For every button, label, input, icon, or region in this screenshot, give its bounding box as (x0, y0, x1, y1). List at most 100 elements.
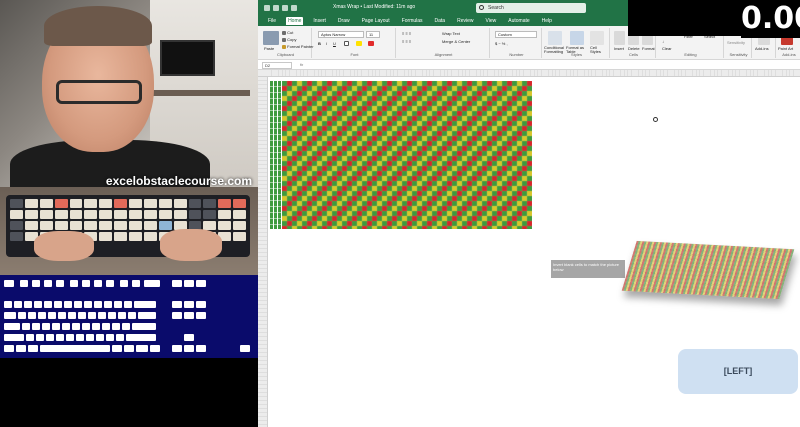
checkerboard-cells[interactable] (282, 81, 532, 229)
right-hand (160, 229, 222, 261)
virtual-key (86, 334, 94, 341)
autosave-icon[interactable] (264, 5, 270, 11)
document-title: Xmas Wrap • Last Modified: 11m ago (333, 4, 416, 10)
tab-formulas[interactable]: Formulas (400, 17, 425, 25)
number-group-label: Number (509, 52, 524, 57)
conditional-formatting-icon[interactable] (548, 31, 562, 45)
font-color-icon[interactable] (368, 41, 374, 47)
format-painter-button[interactable]: Format Painter (282, 44, 314, 49)
font-size-dropdown[interactable]: 11 (366, 31, 380, 38)
font-name-dropdown[interactable]: Aptos Narrow (318, 31, 364, 38)
delete-button[interactable]: Delete (628, 46, 640, 51)
styles-group-label: Styles (571, 52, 582, 57)
cell-styles-icon[interactable] (590, 31, 604, 45)
insert-button[interactable]: Insert (614, 46, 624, 51)
keyboard-row (10, 199, 246, 208)
virtual-key (132, 280, 140, 287)
tab-page-layout[interactable]: Page Layout (360, 17, 392, 25)
keyboard-row (10, 221, 246, 230)
virtual-key (94, 280, 102, 287)
formula-bar: D2 fx (258, 61, 800, 70)
virtual-key (184, 345, 194, 352)
paste-icon[interactable] (263, 31, 279, 45)
tab-home[interactable]: Home (286, 17, 304, 25)
virtual-key (4, 323, 20, 330)
search-icon (479, 5, 484, 10)
column-headers[interactable] (258, 70, 800, 77)
align-top-icon[interactable]: ≡ ≡ ≡ (402, 31, 411, 36)
redo-icon[interactable] (291, 5, 297, 11)
borders-icon[interactable] (344, 41, 349, 47)
worksheet-grid[interactable]: Invert blank cells to match the picture … (268, 77, 800, 427)
styles-group: Conditional Formatting Format as Table C… (544, 28, 610, 58)
virtual-key (66, 334, 74, 341)
virtual-key (44, 301, 52, 308)
timer-background (628, 0, 741, 36)
insert-cells-icon[interactable] (614, 31, 625, 45)
copy-button[interactable]: Copy (282, 37, 296, 42)
virtual-key (74, 301, 82, 308)
virtual-key (20, 280, 28, 287)
paint-art-button[interactable]: Paint Art (778, 46, 793, 51)
italic-button[interactable]: I (326, 41, 327, 46)
keyboard-camera (0, 187, 258, 275)
row-headers[interactable] (258, 77, 268, 427)
save-icon[interactable] (273, 5, 279, 11)
currency-icon[interactable]: $ ~ % , (495, 41, 508, 46)
virtual-key (28, 345, 38, 352)
virtual-key (108, 312, 116, 319)
tab-view[interactable]: View (484, 17, 499, 25)
wrap-text-button[interactable]: Wrap Text (442, 31, 460, 36)
bold-button[interactable]: B (318, 41, 321, 46)
brand-url: excelobstaclecourse.com (105, 174, 252, 188)
virtual-key (196, 280, 206, 287)
mouse-cursor (653, 117, 658, 122)
tab-data[interactable]: Data (433, 17, 448, 25)
paste-label[interactable]: Paste (264, 46, 274, 51)
virtual-key (102, 323, 110, 330)
font-group-label: Font (350, 52, 359, 57)
underline-button[interactable]: U (333, 41, 336, 46)
virtual-key (76, 334, 84, 341)
virtual-key (32, 280, 40, 287)
name-box[interactable]: D2 (262, 62, 292, 69)
fill-color-icon[interactable] (356, 41, 362, 47)
screen: excelobstaclecourse.com Xmas Wrap • Last… (0, 0, 800, 427)
sensitivity-button[interactable]: Sensitivity (727, 40, 745, 45)
virtual-key (82, 323, 90, 330)
fill-icon[interactable]: ↓ (662, 39, 664, 44)
format-button[interactable]: Format (642, 46, 655, 51)
cut-button[interactable]: Cut (282, 30, 293, 35)
timer-display: 0.00 (741, 0, 800, 38)
virtual-key (34, 301, 42, 308)
undo-icon[interactable] (282, 5, 288, 11)
align-left-icon[interactable]: ≡ ≡ ≡ (402, 39, 411, 44)
virtual-key (88, 312, 96, 319)
format-as-table-icon[interactable] (570, 31, 584, 45)
tab-file[interactable]: File (266, 17, 278, 25)
virtual-key (184, 334, 194, 341)
black-panel (0, 358, 258, 427)
tab-insert[interactable]: Insert (311, 17, 328, 25)
target-picture (621, 240, 795, 300)
virtual-key (196, 345, 206, 352)
virtual-key (122, 323, 130, 330)
tab-help[interactable]: Help (540, 17, 554, 25)
addins-button[interactable]: Add-ins (755, 46, 769, 51)
virtual-key (144, 280, 160, 287)
merge-center-button[interactable]: Merge & Center (442, 39, 470, 44)
excel-window: Xmas Wrap • Last Modified: 11m ago Searc… (258, 0, 800, 427)
number-format-dropdown[interactable]: Custom (495, 31, 537, 38)
search-placeholder: Search (488, 5, 504, 11)
font-group: Aptos Narrow 11 B I U Font (314, 28, 396, 58)
quick-access-toolbar[interactable] (264, 5, 324, 11)
virtual-key (136, 345, 148, 352)
tab-automate[interactable]: Automate (506, 17, 531, 25)
virtual-key (126, 334, 156, 341)
tab-draw[interactable]: Draw (336, 17, 352, 25)
virtual-key (84, 301, 92, 308)
search-box[interactable]: Search (476, 3, 586, 13)
virtual-key (124, 301, 132, 308)
tab-review[interactable]: Review (455, 17, 475, 25)
clear-button[interactable]: Clear (662, 46, 672, 51)
